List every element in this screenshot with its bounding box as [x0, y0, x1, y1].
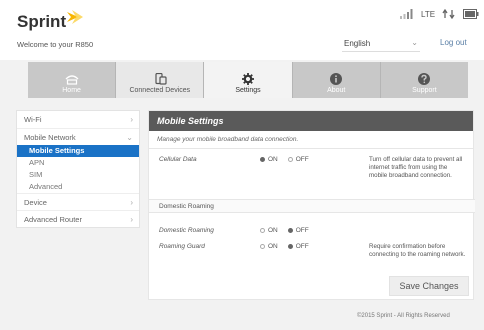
radio-dot — [260, 157, 265, 162]
radio-label: OFF — [295, 243, 309, 250]
sidebar-item-advanced-router[interactable]: Advanced Router › — [17, 210, 139, 227]
cellular-data-off-radio[interactable]: OFF — [287, 156, 309, 163]
radio-dot — [260, 228, 265, 233]
network-type: LTE — [421, 9, 436, 19]
sidebar-item-wifi[interactable]: Wi-Fi › — [17, 111, 139, 128]
roaming-guard-on-radio[interactable]: ON — [260, 243, 278, 250]
tab-home[interactable]: Home — [28, 62, 117, 98]
domestic-roaming-label: Domestic Roaming — [159, 227, 214, 234]
chevron-right-icon: › — [130, 215, 133, 224]
info-icon — [330, 73, 343, 85]
radio-dot — [287, 228, 293, 233]
tab-support[interactable]: Support — [380, 62, 469, 98]
chevron-right-icon: › — [130, 115, 133, 124]
cellular-data-description: Turn off cellular data to prevent all in… — [369, 156, 463, 179]
sidebar-subitem-mobile-settings[interactable]: Mobile Settings — [17, 145, 139, 157]
signal-icon — [400, 9, 413, 19]
sidebar-item-mobile-network[interactable]: Mobile Network ⌄ — [17, 128, 139, 145]
domestic-roaming-section-title: Domestic Roaming — [149, 199, 475, 213]
brand-name: Sprint — [17, 12, 67, 31]
language-select[interactable]: English ⌄ — [342, 36, 420, 52]
tab-about[interactable]: About — [292, 62, 381, 98]
sidebar-subitem-apn[interactable]: APN — [17, 157, 139, 169]
sidebar-item-label: Mobile Network — [24, 133, 76, 142]
panel-title: Mobile Settings — [149, 111, 473, 131]
radio-label: OFF — [295, 156, 309, 163]
question-icon — [418, 73, 431, 85]
gear-icon — [242, 73, 254, 85]
sidebar-item-device[interactable]: Device › — [17, 193, 139, 210]
domestic-roaming-on-radio[interactable]: ON — [260, 227, 278, 234]
language-value: English — [344, 39, 371, 48]
welcome-text: Welcome to your R850 — [17, 40, 94, 49]
sprint-logo[interactable]: Sprint — [17, 10, 83, 32]
tab-label: Support — [412, 87, 437, 94]
cellular-data-on-radio[interactable]: ON — [260, 156, 278, 163]
roaming-guard-off-radio[interactable]: OFF — [287, 243, 309, 250]
sidebar-item-label: Wi-Fi — [24, 115, 42, 124]
chevron-right-icon: › — [130, 198, 133, 207]
sidebar-item-label: Advanced Router — [24, 215, 82, 224]
roaming-guard-description: Require confirmation before connecting t… — [369, 243, 466, 258]
sidebar-item-label: Device — [24, 198, 47, 207]
tab-label: About — [327, 87, 346, 94]
status-bar: LTE — [400, 9, 479, 19]
radio-dot — [287, 244, 293, 249]
logo-wing-icon — [67, 10, 83, 24]
main-nav: Home Connected Devices Settings About Su… — [28, 62, 469, 98]
sidebar-subitem-sim[interactable]: SIM — [17, 169, 139, 181]
settings-sidebar: Wi-Fi › Mobile Network ⌄ Mobile Settings… — [16, 110, 140, 228]
mobile-settings-panel: Mobile Settings Manage your mobile broad… — [148, 110, 475, 300]
tab-label: Connected Devices — [129, 87, 191, 94]
tab-connected-devices[interactable]: Connected Devices — [116, 62, 205, 98]
tab-settings[interactable]: Settings — [204, 62, 293, 98]
save-changes-button[interactable]: Save Changes — [389, 276, 469, 296]
cellular-data-label: Cellular Data — [159, 156, 197, 163]
panel-subtitle: Manage your mobile broadband data connec… — [149, 131, 473, 149]
tab-label: Settings — [235, 87, 261, 94]
data-transfer-icon — [442, 9, 455, 19]
radio-label: ON — [268, 227, 278, 234]
chevron-down-icon: ⌄ — [411, 38, 418, 47]
domestic-roaming-radios: ON OFF — [260, 227, 309, 234]
home-icon — [65, 75, 79, 85]
radio-label: ON — [268, 243, 278, 250]
chevron-down-icon: ⌄ — [126, 133, 133, 142]
cellular-data-radios: ON OFF — [260, 156, 309, 163]
radio-dot — [287, 157, 293, 162]
sidebar-subitem-advanced[interactable]: Advanced — [17, 181, 139, 193]
roaming-guard-label: Roaming Guard — [159, 243, 205, 250]
copyright-footer: ©2015 Sprint - All Rights Reserved — [357, 313, 450, 319]
domestic-roaming-off-radio[interactable]: OFF — [287, 227, 309, 234]
header: Sprint Welcome to your R850 LTE English … — [0, 0, 484, 60]
tab-label: Home — [62, 87, 81, 94]
radio-label: OFF — [295, 227, 309, 234]
roaming-guard-radios: ON OFF — [260, 243, 309, 250]
radio-label: ON — [268, 156, 278, 163]
devices-icon — [155, 73, 167, 85]
logout-link[interactable]: Log out — [440, 38, 467, 47]
radio-dot — [260, 244, 265, 249]
battery-icon — [463, 9, 479, 19]
